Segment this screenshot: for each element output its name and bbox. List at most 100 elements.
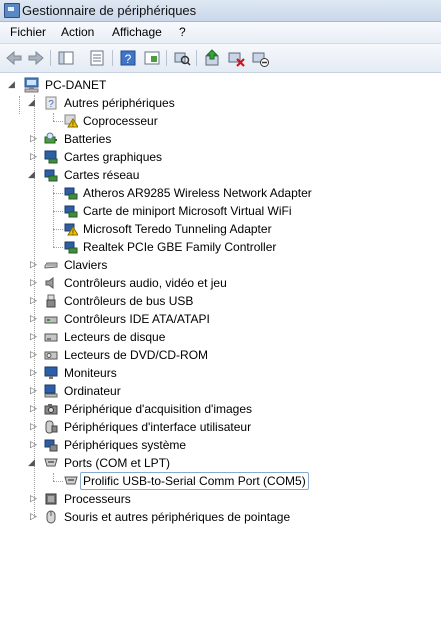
- window-title: Gestionnaire de périphériques: [22, 3, 197, 18]
- collapse-icon[interactable]: ◢: [28, 458, 37, 467]
- cdrom-icon: [44, 351, 58, 360]
- tree-category[interactable]: ▷ Cartes graphiques: [0, 148, 441, 166]
- expand-icon[interactable]: ▷: [30, 332, 39, 341]
- tree-device-label: Coprocesseur: [83, 114, 158, 128]
- tree-category-label: Périphériques système: [64, 438, 187, 452]
- expand-icon[interactable]: ▷: [30, 296, 39, 305]
- tree-root-label: PC-DANET: [45, 78, 107, 92]
- console-icon[interactable]: [142, 48, 162, 68]
- tree-category-label: Ports (COM et LPT): [64, 456, 171, 470]
- tree-category[interactable]: ▷ Lecteurs de disque: [0, 328, 441, 346]
- tree-device-label-selected: Prolific USB-to-Serial Comm Port (COM5): [80, 472, 309, 490]
- tree-device[interactable]: Carte de miniport Microsoft Virtual WiFi: [0, 202, 441, 220]
- mouse-icon: [46, 510, 56, 524]
- monitor-icon: [44, 366, 58, 379]
- tree-category[interactable]: ▷ Moniteurs: [0, 364, 441, 382]
- toolbar: ?: [0, 44, 441, 73]
- svg-text:!: !: [72, 230, 74, 237]
- tree-category-label: Batteries: [64, 132, 112, 146]
- tree-device[interactable]: Realtek PCIe GBE Family Controller: [0, 238, 441, 256]
- collapse-icon[interactable]: ◢: [28, 98, 37, 107]
- expand-icon[interactable]: ▷: [30, 422, 39, 431]
- menu-action[interactable]: Action: [61, 25, 94, 39]
- tree-root[interactable]: ◢ PC-DANET: [0, 76, 441, 94]
- tree-device[interactable]: Prolific USB-to-Serial Comm Port (COM5): [0, 472, 441, 490]
- tree-category[interactable]: ▷ Processeurs: [0, 490, 441, 508]
- uninstall-icon[interactable]: [226, 48, 246, 68]
- expand-icon[interactable]: ▷: [30, 314, 39, 323]
- expand-icon[interactable]: ▷: [30, 404, 39, 413]
- collapse-icon[interactable]: ◢: [8, 80, 17, 89]
- expand-icon[interactable]: ▷: [30, 350, 39, 359]
- network-adapter-icon: [44, 169, 58, 182]
- tree-category-label: Contrôleurs audio, vidéo et jeu: [64, 276, 227, 290]
- tree-category[interactable]: ◢ Cartes réseau: [0, 166, 441, 184]
- expand-icon[interactable]: ▷: [30, 512, 39, 521]
- device-manager-icon: [4, 3, 20, 18]
- tree-category[interactable]: ▷ Contrôleurs IDE ATA/ATAPI: [0, 310, 441, 328]
- menu-help[interactable]: ?: [179, 25, 186, 39]
- expand-icon[interactable]: ▷: [30, 368, 39, 377]
- tree-category-label: Cartes graphiques: [64, 150, 163, 164]
- tree-device[interactable]: Atheros AR9285 Wireless Network Adapter: [0, 184, 441, 202]
- unknown-device-icon: ?: [45, 96, 57, 110]
- tree-category[interactable]: ▷ Lecteurs de DVD/CD-ROM: [0, 346, 441, 364]
- update-driver-icon[interactable]: [202, 48, 222, 68]
- tree-category[interactable]: ▷ Ordinateur: [0, 382, 441, 400]
- network-adapter-icon: [64, 187, 78, 200]
- network-adapter-icon: [64, 241, 78, 254]
- device-tree: ◢ PC-DANET ◢ ? Autres périphériques ! Co…: [0, 73, 441, 633]
- title-bar: Gestionnaire de périphériques: [0, 0, 441, 22]
- tree-category[interactable]: ◢ ? Autres périphériques: [0, 94, 441, 112]
- properties-pane-icon[interactable]: [56, 48, 76, 68]
- collapse-icon[interactable]: ◢: [28, 170, 37, 179]
- help-icon[interactable]: ?: [118, 48, 138, 68]
- warning-device-icon: !: [64, 223, 78, 237]
- tree-device[interactable]: ! Microsoft Teredo Tunneling Adapter: [0, 220, 441, 238]
- expand-icon[interactable]: ▷: [30, 260, 39, 269]
- scan-hardware-icon[interactable]: [172, 48, 192, 68]
- tree-category-label: Souris et autres périphériques de pointa…: [64, 510, 291, 524]
- tree-category-label: Autres périphériques: [64, 96, 175, 110]
- tree-category[interactable]: ▷ Périphériques d'interface utilisateur: [0, 418, 441, 436]
- tree-category-label: Lecteurs de disque: [64, 330, 166, 344]
- tree-category[interactable]: ◢ Ports (COM et LPT): [0, 454, 441, 472]
- expand-icon[interactable]: ▷: [30, 494, 39, 503]
- keyboard-icon: [44, 262, 58, 269]
- disable-icon[interactable]: [250, 48, 270, 68]
- tree-category-label: Ordinateur: [64, 384, 121, 398]
- tree-device-label: Carte de miniport Microsoft Virtual WiFi: [83, 204, 292, 218]
- tree-device-label: Realtek PCIe GBE Family Controller: [83, 240, 277, 254]
- tree-category[interactable]: ▷ Périphériques système: [0, 436, 441, 454]
- port-icon: [64, 476, 78, 485]
- computer-icon: [24, 77, 39, 93]
- tree-category[interactable]: ▷ Claviers: [0, 256, 441, 274]
- speaker-icon: [45, 277, 54, 289]
- menu-fichier[interactable]: Fichier: [10, 25, 46, 39]
- hid-icon: [45, 420, 58, 434]
- camera-icon: [44, 404, 58, 415]
- usb-icon: [46, 294, 56, 308]
- expand-icon[interactable]: ▷: [30, 440, 39, 449]
- list-icon[interactable]: [87, 48, 107, 68]
- back-icon[interactable]: [4, 48, 24, 68]
- tree-category-label: Périphériques d'interface utilisateur: [64, 420, 252, 434]
- tree-category[interactable]: ▷ Batteries: [0, 130, 441, 148]
- battery-icon: [44, 132, 57, 144]
- tree-category[interactable]: ▷ Souris et autres périphériques de poin…: [0, 508, 441, 526]
- tree-category-label: Moniteurs: [64, 366, 117, 380]
- tree-category[interactable]: ▷ Périphérique d'acquisition d'images: [0, 400, 441, 418]
- expand-icon[interactable]: ▷: [30, 278, 39, 287]
- svg-text:!: !: [72, 122, 74, 129]
- expand-icon[interactable]: ▷: [30, 152, 39, 161]
- menu-affichage[interactable]: Affichage: [112, 25, 162, 39]
- expand-icon[interactable]: ▷: [30, 134, 39, 143]
- tree-device-label: Atheros AR9285 Wireless Network Adapter: [83, 186, 312, 200]
- tree-device-label: Microsoft Teredo Tunneling Adapter: [83, 222, 272, 236]
- expand-icon[interactable]: ▷: [30, 386, 39, 395]
- tree-category[interactable]: ▷ Contrôleurs audio, vidéo et jeu: [0, 274, 441, 292]
- tree-device[interactable]: ! Coprocesseur: [0, 112, 441, 130]
- tree-category-label: Cartes réseau: [64, 168, 140, 182]
- tree-category[interactable]: ▷ Contrôleurs de bus USB: [0, 292, 441, 310]
- forward-icon[interactable]: [26, 48, 46, 68]
